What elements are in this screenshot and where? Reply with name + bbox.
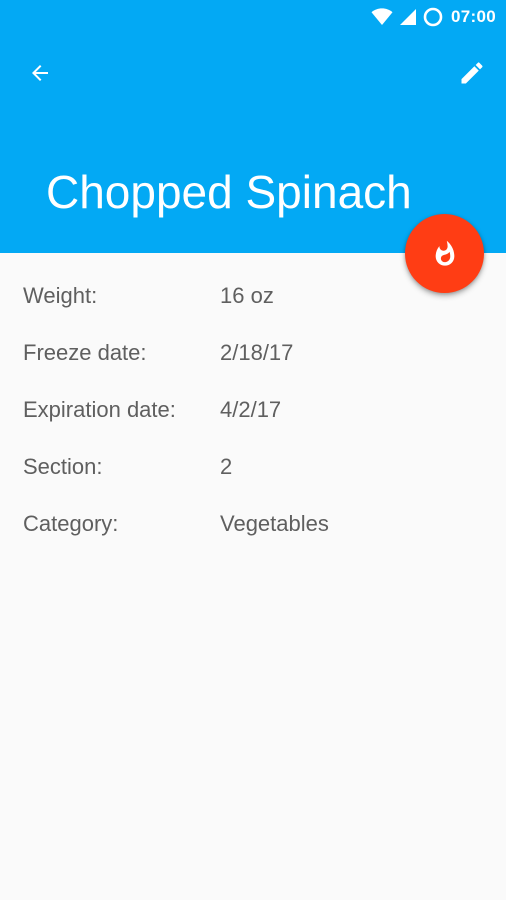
flame-icon	[435, 240, 454, 266]
item-details: Weight: 16 oz Freeze date: 2/18/17 Expir…	[23, 267, 483, 552]
status-time: 07:00	[451, 7, 496, 26]
detail-value: 16 oz	[220, 282, 274, 308]
back-button[interactable]	[16, 49, 64, 97]
detail-label: Freeze date:	[23, 339, 147, 365]
detail-row-expiration-date: Expiration date: 4/2/17	[23, 381, 483, 438]
page-title: Chopped Spinach	[46, 166, 412, 218]
edit-button[interactable]	[448, 49, 496, 97]
detail-value: 4/2/17	[220, 396, 282, 422]
detail-value: 2/18/17	[220, 339, 294, 365]
detail-label: Category:	[23, 510, 119, 536]
detail-label: Section:	[23, 453, 103, 479]
status-bar: 07:00	[0, 0, 506, 34]
battery-saver-icon	[423, 7, 443, 27]
app-bar: 07:00 Chopped Spinach	[0, 0, 506, 253]
detail-row-weight: Weight: 16 oz	[23, 267, 483, 324]
status-icons: 07:00	[371, 5, 496, 29]
detail-label: Expiration date:	[23, 396, 176, 422]
detail-row-category: Category: Vegetables	[23, 495, 483, 552]
detail-row-section: Section: 2	[23, 438, 483, 495]
wifi-icon	[371, 8, 393, 25]
arrow-back-icon	[32, 65, 48, 81]
detail-value: 2	[220, 453, 233, 479]
pencil-icon	[461, 62, 483, 84]
detail-label: Weight:	[23, 282, 98, 308]
detail-row-freeze-date: Freeze date: 2/18/17	[23, 324, 483, 381]
detail-value: Vegetables	[220, 510, 329, 536]
signal-icon	[400, 9, 417, 25]
